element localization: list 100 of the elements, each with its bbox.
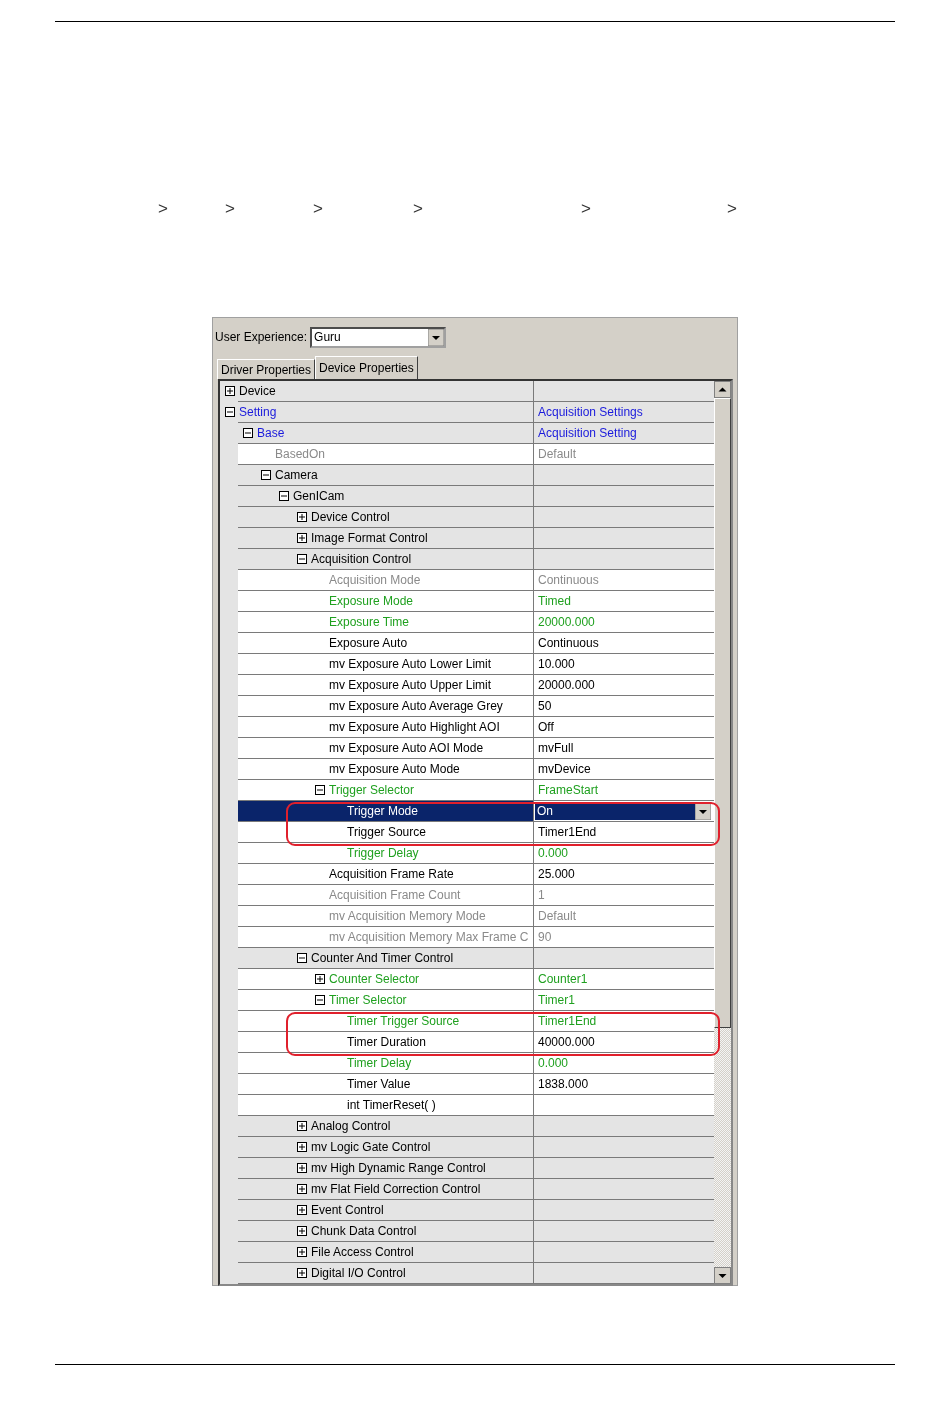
property-name: mv Acquisition Memory Mode bbox=[329, 909, 486, 924]
property-row[interactable]: Exposure Auto Continuous bbox=[220, 633, 714, 654]
scroll-up-icon[interactable] bbox=[714, 381, 731, 398]
property-row[interactable]: Acquisition Frame Count 1 bbox=[220, 885, 714, 906]
expand-icon[interactable] bbox=[315, 974, 325, 984]
property-row[interactable]: mv Exposure Auto AOI Mode mvFull bbox=[220, 738, 714, 759]
property-row[interactable]: mv Logic Gate Control bbox=[220, 1137, 714, 1158]
property-value: 0.000 bbox=[538, 846, 569, 860]
expand-icon[interactable] bbox=[297, 1142, 307, 1152]
property-row[interactable]: mv Acquisition Memory Mode Default bbox=[220, 906, 714, 927]
property-name: Exposure Time bbox=[329, 615, 410, 630]
property-value: Continuous bbox=[538, 636, 599, 650]
property-row[interactable]: Analog Control bbox=[220, 1116, 714, 1137]
property-row[interactable]: Timer Selector Timer1 bbox=[220, 990, 714, 1011]
property-row[interactable]: GenICam bbox=[220, 486, 714, 507]
scrollbar[interactable] bbox=[714, 381, 731, 1284]
property-value: mvFull bbox=[538, 741, 574, 755]
expand-icon[interactable] bbox=[297, 512, 307, 522]
property-name: mv High Dynamic Range Control bbox=[311, 1161, 486, 1176]
property-row[interactable]: Setting Acquisition Settings bbox=[220, 402, 714, 423]
property-name: Image Format Control bbox=[311, 531, 428, 546]
property-row[interactable]: mv Acquisition Memory Max Frame C 90 bbox=[220, 927, 714, 948]
property-row[interactable]: Timer Value 1838.000 bbox=[220, 1074, 714, 1095]
property-name: Timer Delay bbox=[347, 1056, 412, 1071]
property-name: Timer Selector bbox=[329, 993, 407, 1008]
property-value: Default bbox=[538, 909, 577, 923]
property-name: Digital I/O Control bbox=[311, 1266, 406, 1281]
property-name: Chunk Data Control bbox=[311, 1224, 417, 1239]
user-experience-dropdown[interactable]: Guru bbox=[310, 326, 447, 348]
property-name: mv Acquisition Memory Max Frame C bbox=[329, 930, 529, 945]
property-name: Base bbox=[257, 426, 285, 441]
property-row[interactable]: mv Exposure Auto Average Grey 50 bbox=[220, 696, 714, 717]
expand-icon[interactable] bbox=[297, 1163, 307, 1173]
property-row[interactable]: mv Flat Field Correction Control bbox=[220, 1179, 714, 1200]
property-row[interactable]: Timer Trigger Source Timer1End bbox=[220, 1011, 714, 1032]
property-name: Acquisition Frame Count bbox=[329, 888, 461, 903]
property-row[interactable]: Exposure Mode Timed bbox=[220, 591, 714, 612]
property-row[interactable]: Event Control bbox=[220, 1200, 714, 1221]
property-row[interactable]: Trigger Source Timer1End bbox=[220, 822, 714, 843]
property-row[interactable]: Digital I/O Control bbox=[220, 1263, 714, 1284]
collapse-icon[interactable] bbox=[315, 995, 325, 1005]
collapse-icon[interactable] bbox=[261, 470, 271, 480]
property-row[interactable]: Exposure Time 20000.000 bbox=[220, 612, 714, 633]
scroll-down-icon[interactable] bbox=[714, 1267, 731, 1284]
property-row[interactable]: Trigger Mode On bbox=[220, 801, 714, 822]
property-row[interactable]: Base Acquisition Setting bbox=[220, 423, 714, 444]
property-name: Timer Duration bbox=[347, 1035, 426, 1050]
property-row[interactable]: mv Exposure Auto Highlight AOI Off bbox=[220, 717, 714, 738]
expand-icon[interactable] bbox=[297, 1247, 307, 1257]
property-row[interactable]: Chunk Data Control bbox=[220, 1221, 714, 1242]
property-value: Counter1 bbox=[538, 972, 588, 986]
property-name: Acquisition Frame Rate bbox=[329, 867, 454, 882]
property-row[interactable]: mv Exposure Auto Lower Limit 10.000 bbox=[220, 654, 714, 675]
property-row[interactable]: BasedOn Default bbox=[220, 444, 714, 465]
breadcrumb-separator: > bbox=[727, 199, 737, 219]
collapse-icon[interactable] bbox=[297, 953, 307, 963]
property-row[interactable]: Acquisition Mode Continuous bbox=[220, 570, 714, 591]
expand-icon[interactable] bbox=[297, 1205, 307, 1215]
property-value: 0.000 bbox=[538, 1056, 569, 1070]
property-row[interactable]: Device bbox=[220, 381, 714, 402]
property-row[interactable]: mv High Dynamic Range Control bbox=[220, 1158, 714, 1179]
property-row[interactable]: Timer Duration 40000.000 bbox=[220, 1032, 714, 1053]
expand-icon[interactable] bbox=[297, 1226, 307, 1236]
property-row[interactable]: Trigger Delay 0.000 bbox=[220, 843, 714, 864]
collapse-icon[interactable] bbox=[225, 407, 235, 417]
property-name: Setting bbox=[239, 405, 277, 420]
collapse-icon[interactable] bbox=[279, 491, 289, 501]
property-row[interactable]: mv Exposure Auto Upper Limit 20000.000 bbox=[220, 675, 714, 696]
expand-icon[interactable] bbox=[297, 1121, 307, 1131]
property-row[interactable]: Acquisition Frame Rate 25.000 bbox=[220, 864, 714, 885]
collapse-icon[interactable] bbox=[315, 785, 325, 795]
property-row[interactable]: int TimerReset( ) bbox=[220, 1095, 714, 1116]
expand-icon[interactable] bbox=[225, 386, 235, 396]
property-value: 25.000 bbox=[538, 867, 575, 881]
property-row[interactable]: Camera bbox=[220, 465, 714, 486]
expand-icon[interactable] bbox=[297, 1184, 307, 1194]
property-row[interactable]: Image Format Control bbox=[220, 528, 714, 549]
collapse-icon[interactable] bbox=[297, 554, 307, 564]
property-row[interactable]: Counter And Timer Control bbox=[220, 948, 714, 969]
property-row[interactable]: Counter Selector Counter1 bbox=[220, 969, 714, 990]
property-row[interactable]: Trigger Selector FrameStart bbox=[220, 780, 714, 801]
property-value: 10.000 bbox=[538, 657, 575, 671]
property-row[interactable]: Device Control bbox=[220, 507, 714, 528]
tab[interactable]: Driver Properties bbox=[217, 359, 316, 379]
tab[interactable]: Device Properties bbox=[315, 356, 418, 379]
expand-icon[interactable] bbox=[297, 1268, 307, 1278]
property-row[interactable]: Acquisition Control bbox=[220, 549, 714, 570]
expand-icon[interactable] bbox=[297, 533, 307, 543]
property-name: Device Control bbox=[311, 510, 390, 525]
property-name: mv Logic Gate Control bbox=[311, 1140, 431, 1155]
property-value: Timed bbox=[538, 594, 571, 608]
property-row[interactable]: mv Exposure Auto Mode mvDevice bbox=[220, 759, 714, 780]
property-value: Acquisition Setting bbox=[538, 426, 637, 440]
property-row[interactable]: File Access Control bbox=[220, 1242, 714, 1263]
property-name: Acquisition Mode bbox=[329, 573, 421, 588]
scroll-thumb[interactable] bbox=[714, 398, 731, 1028]
collapse-icon[interactable] bbox=[243, 428, 253, 438]
property-value: 1 bbox=[538, 888, 545, 902]
property-value: mvDevice bbox=[538, 762, 591, 776]
property-row[interactable]: Timer Delay 0.000 bbox=[220, 1053, 714, 1074]
